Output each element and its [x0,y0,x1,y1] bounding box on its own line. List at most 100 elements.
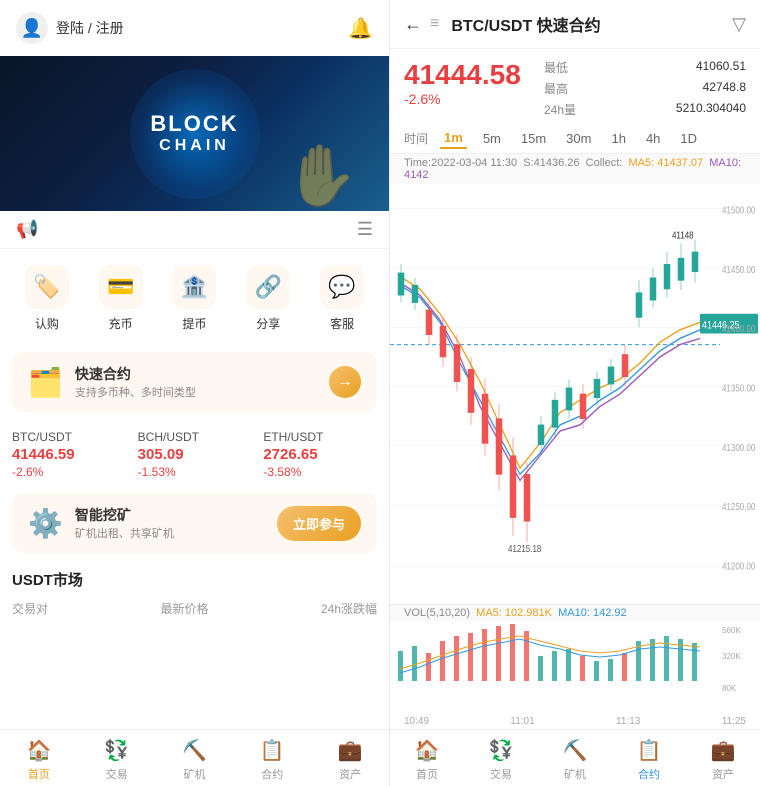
rnav-trade[interactable]: 💱 交易 [464,738,538,782]
recharge-icon: 💳 [99,265,143,309]
tab-1d[interactable]: 1D [676,129,701,148]
announce-menu-icon[interactable]: ☰ [357,219,373,240]
nav-item-home[interactable]: 🏠 首页 [0,738,78,782]
rnav-assets[interactable]: 💼 资产 [686,738,760,782]
time-label-1049: 10:49 [404,716,429,727]
time-label-1125: 11:25 [722,716,746,727]
tab-30m[interactable]: 30m [562,129,595,148]
menu-lines-icon: ≡ [430,15,439,33]
qc-title: 快速合约 [75,364,196,384]
svg-text:41300.00: 41300.00 [722,442,755,453]
mining-left: ⚙️ 智能挖矿 矿机出租、共享矿机 [28,505,174,541]
menu-item-withdraw[interactable]: 🏦 提币 [164,265,224,332]
eth-value: 2726.65 [263,446,377,463]
banner-block-text: BLOCK [150,112,238,136]
bell-icon[interactable]: 🔔 [348,16,373,41]
tab-1h[interactable]: 1h [607,129,629,148]
right-title: BTC/USDT 快速合约 [451,12,600,36]
low-label: 最低 [544,59,616,76]
bch-change: -1.53% [138,465,252,479]
svg-text:41148: 41148 [672,230,694,241]
header-left: 👤 登陆 / 注册 [16,12,124,44]
qc-left: 🗂️ 快速合约 支持多币种、多时间类型 [28,364,196,400]
nav-label-home: 首页 [28,766,50,782]
price-stats: 最低 41060.51 最高 42748.8 24h量 5210.304040 [544,59,746,118]
ma-collect: Collect: [586,157,623,169]
tab-1m[interactable]: 1m [440,128,467,149]
filter-icon[interactable]: ▽ [732,14,746,35]
bch-pair: BCH/USDT [138,430,252,444]
vol-ma5: MA5: 102.981K [476,607,552,619]
mining-icon: ⚙️ [28,507,63,540]
support-icon: 💬 [320,265,364,309]
menu-item-subscribe[interactable]: 🏷️ 认购 [17,265,77,332]
right-header-left: ← ≡ BTC/USDT 快速合约 [404,12,601,36]
mining-section: ⚙️ 智能挖矿 矿机出租、共享矿机 立即参与 [12,493,377,553]
menu-row: 🏷️ 认购 💳 充币 🏦 提币 🔗 分享 💬 客服 [0,249,389,342]
qc-text: 快速合约 支持多币种、多时间类型 [75,364,196,400]
time-tabs: 时间 1m 5m 15m 30m 1h 4h 1D [390,124,760,154]
login-text[interactable]: 登陆 / 注册 [56,18,124,38]
time-label-1113: 11:13 [616,716,640,727]
nav-item-trade[interactable]: 💱 交易 [78,738,156,782]
nav-label-trade: 交易 [106,766,128,782]
left-header: 👤 登陆 / 注册 🔔 [0,0,389,56]
mining-subtitle: 矿机出租、共享矿机 [75,525,174,541]
market-col1: 交易对 [12,600,48,617]
main-change: -2.6% [404,91,544,107]
rnav-home-icon: 🏠 [415,738,440,763]
mining-button[interactable]: 立即参与 [277,506,361,541]
svg-text:41200.00: 41200.00 [722,561,755,572]
volume-area: VOL(5,10,20) MA5: 102.981K MA10: 142.92 [390,604,760,714]
contract-nav-icon: 📋 [260,738,285,763]
candlestick-chart: 41446.25 41215.18 41148 41500.00 41450.0… [390,184,760,604]
market-title: USDT市场 [12,569,377,590]
high-label: 最高 [544,80,616,97]
time-labels: 10:49 11:01 11:13 11:25 [390,714,760,729]
tab-4h[interactable]: 4h [642,129,664,148]
menu-label-support: 客服 [330,315,354,332]
subscribe-icon: 🏷️ [25,265,69,309]
svg-text:41250.00: 41250.00 [722,501,755,512]
nav-item-mining[interactable]: ⛏️ 矿机 [156,738,234,782]
ma-info: Time:2022-03-04 11:30 S:41436.26 Collect… [390,154,760,184]
menu-item-recharge[interactable]: 💳 充币 [91,265,151,332]
tab-5m[interactable]: 5m [479,129,505,148]
rnav-home[interactable]: 🏠 首页 [390,738,464,782]
rnav-assets-label: 资产 [712,766,734,782]
menu-label-share: 分享 [256,315,280,332]
menu-item-support[interactable]: 💬 客服 [312,265,372,332]
nav-item-contract[interactable]: 📋 合约 [233,738,311,782]
volume-chart: 560K 320K 80K [390,621,760,699]
menu-label-recharge: 充币 [109,315,133,332]
market-section: USDT市场 交易对 最新价格 24h涨跌幅 [0,559,389,625]
banner-chain-text: CHAIN [150,137,238,155]
price-item-btc[interactable]: BTC/USDT 41446.59 -2.6% [12,430,126,479]
vol-label: 24h量 [544,101,616,118]
rnav-mining[interactable]: ⛏️ 矿机 [538,738,612,782]
price-list: BTC/USDT 41446.59 -2.6% BCH/USDT 305.09 … [0,422,389,487]
contract-icon: 🗂️ [28,366,63,399]
price-item-eth[interactable]: ETH/USDT 2726.65 -3.58% [263,430,377,479]
mining-text: 智能挖矿 矿机出租、共享矿机 [75,505,174,541]
tab-15m[interactable]: 15m [517,129,550,148]
menu-label-subscribe: 认购 [35,315,59,332]
avatar-icon: 👤 [16,12,48,44]
back-icon[interactable]: ← [404,14,422,35]
svg-text:41215.18: 41215.18 [508,543,541,554]
svg-text:320K: 320K [722,652,741,661]
left-panel: 👤 登陆 / 注册 🔔 BLOCK CHAIN ✋ 📢 ☰ 🏷️ 认购 💳 充币… [0,0,390,786]
nav-label-contract: 合约 [261,766,283,782]
price-item-bch[interactable]: BCH/USDT 305.09 -1.53% [138,430,252,479]
market-header: 交易对 最新价格 24h涨跌幅 [12,596,377,621]
qc-arrow-icon[interactable]: → [329,366,361,398]
rnav-contract-icon: 📋 [637,738,662,763]
rnav-contract[interactable]: 📋 合约 [612,738,686,782]
menu-item-share[interactable]: 🔗 分享 [238,265,298,332]
market-col2: 最新价格 [160,600,208,617]
nav-item-assets[interactable]: 💼 资产 [311,738,389,782]
svg-text:80K: 80K [722,684,737,693]
share-icon: 🔗 [246,265,290,309]
rnav-assets-icon: 💼 [711,738,736,763]
quick-contract[interactable]: 🗂️ 快速合约 支持多币种、多时间类型 → [12,352,377,412]
